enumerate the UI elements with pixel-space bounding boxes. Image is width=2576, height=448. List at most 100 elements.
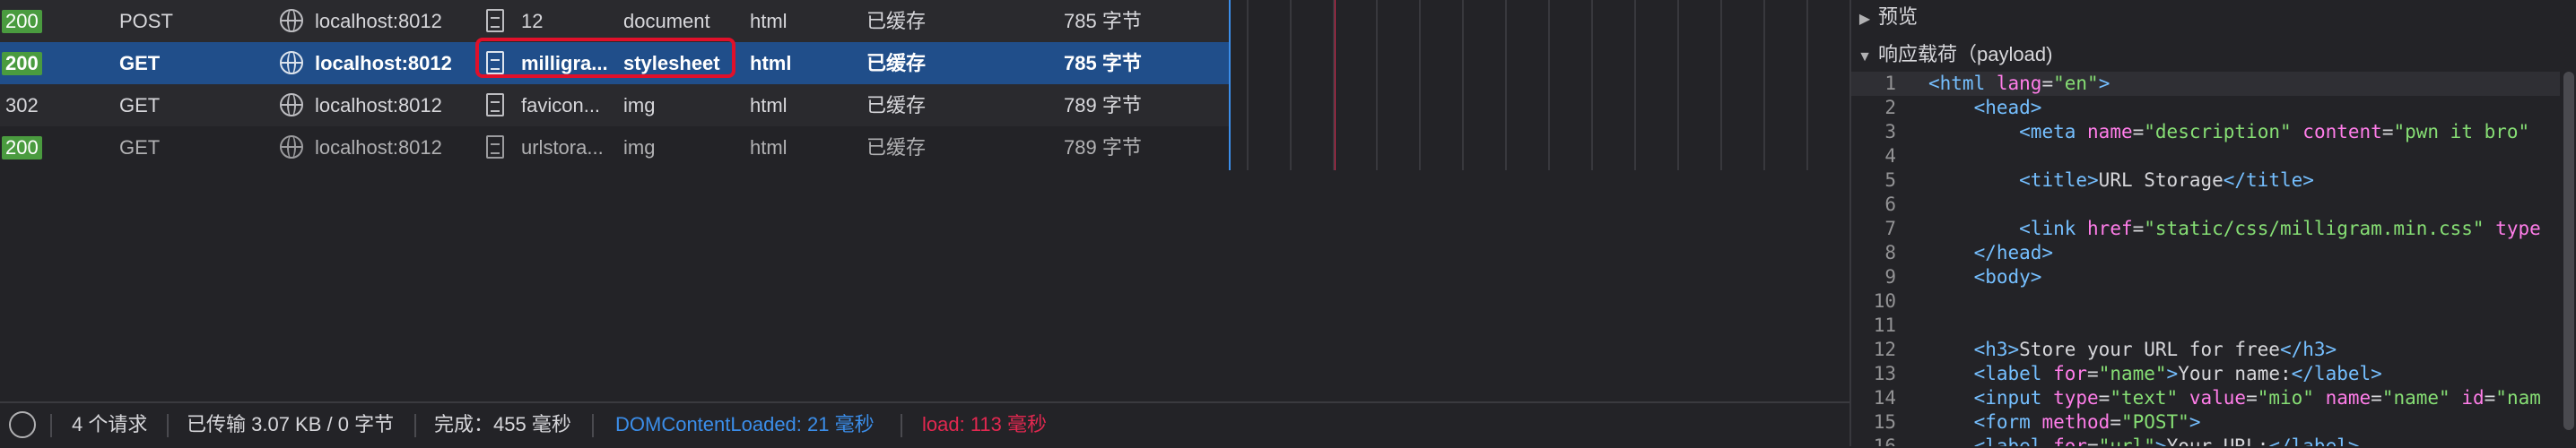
code-line: 6: [1851, 193, 2560, 217]
performance-icon[interactable]: [9, 411, 36, 438]
transfer-cell: html: [750, 94, 788, 116]
waterfall-gridline: [1505, 0, 1507, 170]
cached-cell: 已缓存: [866, 136, 927, 159]
document-icon: [486, 0, 513, 42]
preview-label: 预览: [1878, 5, 1919, 28]
request-row[interactable]: 200 GET localhost:8012 milligra... styleshee…: [0, 42, 1229, 84]
code-text: <title>URL Storage</title>: [2019, 169, 2314, 191]
cached-cell: 已缓存: [866, 94, 927, 116]
response-panel: ▶ 预览 ▼ 响应载荷（payload) 1 <html lang="en"> 2 <h…: [1849, 0, 2576, 446]
globe-icon: [280, 0, 307, 42]
code-text: <meta name="description" content="pwn it…: [2019, 121, 2530, 142]
domain-cell: localhost:8012: [315, 94, 442, 116]
status-cell: 200: [0, 0, 47, 42]
response-label: 响应载荷（payload): [1878, 43, 2053, 65]
transfer-cell: html: [750, 136, 788, 159]
code-scrollbar[interactable]: [2563, 72, 2574, 430]
method-cell: GET: [119, 52, 161, 74]
divider: [901, 414, 902, 437]
divider: [592, 414, 594, 437]
code-line: 4: [1851, 144, 2560, 168]
response-source-viewer[interactable]: 1 <html lang="en"> 2 <head> 3 <meta name="d…: [1851, 72, 2560, 446]
code-line: 11: [1851, 314, 2560, 338]
waterfall-gridline: [1462, 0, 1464, 170]
status-code-badge: 200: [2, 52, 42, 75]
code-text: <link href="static/css/milligram.min.css…: [2019, 218, 2541, 239]
network-request-panel: 200 POST localhost:8012 12 document html 已缓存 78…: [0, 0, 1849, 448]
globe-icon: [280, 42, 307, 84]
code-line: 12 <h3>Store your URL for free</h3>: [1851, 338, 2560, 362]
status-bar: 4 个请求 已传输 3.07 KB / 0 字节 完成：455 毫秒 DOMCo…: [0, 401, 1849, 448]
waterfall-gridline: [1548, 0, 1550, 170]
code-line: 3 <meta name="description" content="pwn …: [1851, 120, 2560, 144]
file-cell: 12: [521, 10, 544, 32]
divider: [50, 414, 52, 437]
status-cell: 200: [0, 42, 47, 84]
type-cell: stylesheet: [623, 52, 720, 74]
domain-cell: localhost:8012: [315, 136, 442, 159]
file-cell: favicon...: [521, 94, 601, 116]
code-text: <body>: [1973, 266, 2042, 288]
line-number: 14: [1873, 387, 1896, 409]
domcontentloaded-marker-line: [1229, 0, 1231, 170]
code-text: </head>: [1973, 242, 2054, 263]
code-line: 10: [1851, 289, 2560, 314]
line-number: 7: [1884, 218, 1896, 239]
code-text: <head>: [1973, 97, 2042, 118]
type-cell: img: [623, 94, 656, 116]
size-cell: 785 字节: [1064, 10, 1142, 32]
status-code-badge: 200: [2, 10, 42, 33]
line-number: 10: [1873, 290, 1896, 312]
status-cell: 302: [0, 84, 47, 126]
type-cell: img: [623, 136, 656, 159]
code-line: 2 <head>: [1851, 96, 2560, 120]
line-number: 2: [1884, 97, 1896, 118]
line-number: 13: [1873, 363, 1896, 384]
file-cell: urlstora...: [521, 136, 604, 159]
method-cell: POST: [119, 10, 173, 32]
status-code-badge: 200: [2, 136, 42, 159]
code-line: 1 <html lang="en">: [1851, 72, 2560, 96]
expanded-triangle-icon: ▼: [1858, 49, 1872, 65]
waterfall-gridline: [1591, 0, 1593, 170]
globe-icon: [280, 126, 307, 168]
size-cell: 789 字节: [1064, 94, 1142, 116]
waterfall-gridline: [1419, 0, 1421, 170]
request-count: 4 个请求: [72, 413, 148, 435]
transfer-cell: html: [750, 10, 788, 32]
request-row[interactable]: 200 GET localhost:8012 urlstora... img html 已缓…: [0, 126, 1229, 168]
code-line: 15 <form method="POST">: [1851, 410, 2560, 435]
finish-time: 完成：455 毫秒: [434, 413, 571, 435]
request-row[interactable]: 200 POST localhost:8012 12 document html 已缓存 78…: [0, 0, 1229, 42]
response-section-header[interactable]: ▼ 响应载荷（payload): [1851, 38, 2576, 72]
waterfall-gridline: [1763, 0, 1765, 170]
document-icon: [486, 42, 513, 84]
collapsed-triangle-icon: ▶: [1858, 12, 1871, 27]
transfer-cell: html: [750, 52, 792, 74]
code-text: <html lang="en">: [1928, 73, 2110, 94]
method-cell: GET: [119, 94, 161, 116]
waterfall-gridline: [1806, 0, 1808, 170]
waterfall-gridline: [1376, 0, 1378, 170]
divider: [167, 414, 169, 437]
method-cell: GET: [119, 136, 161, 159]
file-cell: milligra...: [521, 52, 608, 74]
waterfall-gridline: [1290, 0, 1292, 170]
size-cell: 785 字节: [1064, 52, 1142, 74]
code-text: <h3>Store your URL for free</h3>: [1973, 339, 2337, 360]
load-time: load: 113 毫秒: [922, 413, 1048, 435]
domain-cell: localhost:8012: [315, 10, 442, 32]
waterfall-gridline: [1247, 0, 1249, 170]
scrollbar-thumb[interactable]: [2563, 72, 2574, 430]
code-line: 7 <link href="static/css/milligram.min.c…: [1851, 217, 2560, 241]
waterfall-gridline: [1634, 0, 1636, 170]
code-line: 5 <title>URL Storage</title>: [1851, 168, 2560, 193]
code-text: <label for="url">Your URL:</label>: [1973, 435, 2360, 446]
line-number: 11: [1873, 314, 1896, 336]
preview-section-header[interactable]: ▶ 预览: [1851, 0, 2576, 34]
waterfall-gridline: [1333, 0, 1335, 170]
line-number: 16: [1873, 435, 1896, 446]
document-icon: [486, 126, 513, 168]
line-number: 6: [1884, 194, 1896, 215]
request-row[interactable]: 302 GET localhost:8012 favicon... img html 已缓存…: [0, 84, 1229, 126]
